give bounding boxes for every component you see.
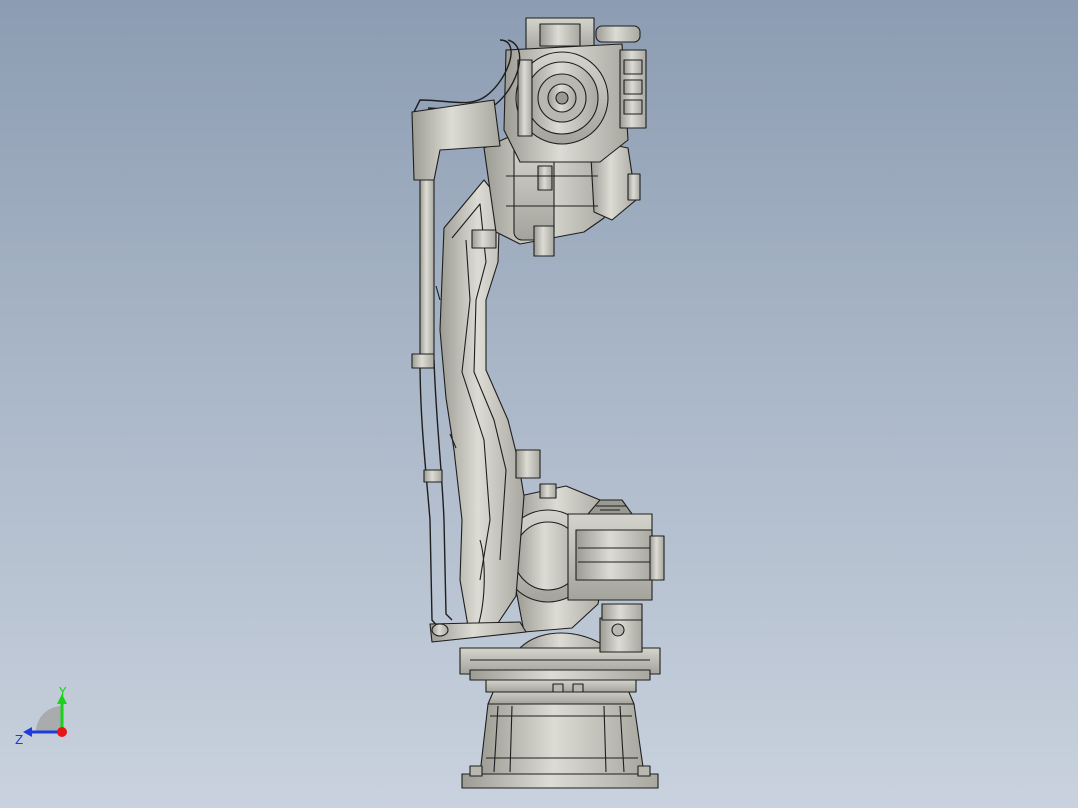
x-axis-origin-icon: [57, 727, 67, 737]
wrist-head: [503, 17, 647, 163]
base-pedestal: [461, 679, 659, 789]
y-axis-label: Y: [58, 686, 67, 699]
z-axis-label: Z: [15, 733, 23, 747]
robot-arm-model[interactable]: [0, 0, 1078, 808]
cad-3d-viewport[interactable]: Y Z: [0, 0, 1078, 808]
triad-quadrant-icon: [36, 706, 62, 732]
axis-triad: Y Z: [15, 686, 67, 747]
z-axis-arrowhead-icon: [23, 727, 32, 737]
